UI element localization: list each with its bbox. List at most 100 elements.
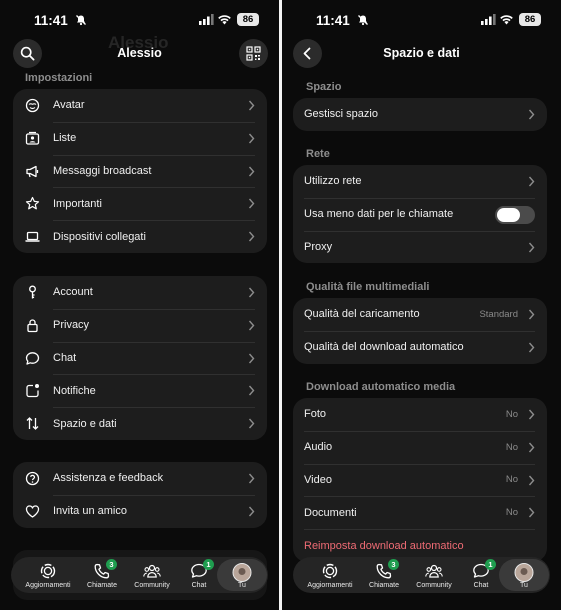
row-linked-devices[interactable]: Dispositivi collegati (13, 220, 267, 253)
chevron-right-icon (248, 418, 255, 429)
row-label: Proxy (304, 240, 333, 253)
low-data-calls-toggle[interactable] (495, 205, 535, 224)
tab-you[interactable]: Tu (499, 559, 549, 591)
battery-indicator: 86 (237, 13, 259, 26)
qr-code-button[interactable] (239, 39, 268, 68)
row-starred[interactable]: Importanti (13, 187, 267, 220)
megaphone-icon (25, 164, 40, 179)
chevron-right-icon (528, 309, 535, 320)
row-network-usage[interactable]: Utilizzo rete (293, 165, 547, 198)
row-label: Messaggi broadcast (53, 164, 152, 177)
cellular-signal-icon (481, 14, 496, 25)
row-label: Dispositivi collegati (53, 230, 146, 243)
lock-icon (25, 318, 40, 333)
tab-label: Tu (520, 582, 528, 589)
updates-icon (39, 563, 57, 579)
row-value: Standard (479, 308, 518, 320)
calls-badge: 3 (106, 559, 117, 570)
chevron-right-icon (248, 166, 255, 177)
row-photos[interactable]: Foto No (293, 398, 547, 431)
chats-badge: 1 (485, 559, 496, 570)
network-group: Utilizzo rete Usa meno dati per le chiam… (293, 165, 547, 264)
chevron-right-icon (248, 198, 255, 209)
tab-updates[interactable]: Aggiornamenti (305, 557, 355, 593)
tab-calls[interactable]: 3 Chiamate (77, 557, 127, 593)
settings-group-1: Avatar Liste Messaggi broadcast Importan… (13, 89, 267, 253)
row-proxy[interactable]: Proxy (293, 230, 547, 264)
row-storage-data[interactable]: Spazio e dati (13, 407, 267, 440)
row-documents[interactable]: Documenti No (293, 496, 547, 529)
status-bar: 11:41 86 (282, 0, 561, 40)
chevron-right-icon (528, 109, 535, 120)
chevron-right-icon (248, 353, 255, 364)
row-audio[interactable]: Audio No (293, 430, 547, 464)
lists-icon (25, 131, 40, 146)
row-label: Qualità del caricamento (304, 308, 420, 321)
community-icon (143, 563, 161, 579)
page-title: Alessio (117, 46, 162, 60)
row-broadcast[interactable]: Messaggi broadcast (13, 154, 267, 188)
chevron-right-icon (248, 231, 255, 242)
chevron-right-icon (248, 100, 255, 111)
row-label: Qualità del download automatico (304, 341, 464, 354)
section-title-auto-download: Download automatico media (306, 381, 456, 393)
row-value: No (505, 474, 518, 486)
section-title-settings: Impostazioni (25, 72, 93, 84)
row-label: Chat (53, 351, 77, 364)
row-label: Importanti (53, 197, 102, 210)
chevron-right-icon (528, 507, 535, 518)
space-group: Gestisci spazio (293, 98, 547, 131)
qr-code-icon (246, 46, 261, 61)
wifi-icon (500, 15, 513, 25)
notification-icon (25, 383, 40, 398)
row-upload-quality[interactable]: Qualità del caricamento Standard (293, 298, 547, 331)
row-manage-storage[interactable]: Gestisci spazio (293, 98, 547, 131)
tab-you[interactable]: Tu (217, 559, 267, 591)
reset-auto-download-label: Reimposta download automatico (304, 539, 464, 552)
row-label: Foto (304, 408, 327, 421)
row-account[interactable]: Account (13, 276, 267, 309)
chevron-right-icon (528, 475, 535, 486)
settings-group-2: Account Privacy Chat Notifiche Spazio e … (13, 276, 267, 440)
row-notifications[interactable]: Notifiche (13, 374, 267, 407)
chevron-right-icon (528, 409, 535, 420)
tab-label: Aggiornamenti (307, 582, 353, 589)
row-value: No (505, 441, 518, 453)
settings-screen: 11:41 86 Alessio Alessio Impostazioni Av… (0, 0, 279, 610)
row-lists[interactable]: Liste (13, 121, 267, 155)
row-label: Documenti (304, 506, 357, 519)
row-label: Invita un amico (53, 505, 127, 518)
bottom-tab-bar: Aggiornamenti 3 Chiamate Community 1 Cha… (293, 557, 550, 593)
bell-muted-icon (76, 15, 86, 26)
section-title-network: Rete (306, 148, 330, 160)
row-auto-download-quality[interactable]: Qualità del download automatico (293, 330, 547, 364)
row-label: Gestisci spazio (304, 108, 378, 121)
row-label: Audio (304, 441, 333, 454)
row-label: Avatar (53, 99, 85, 112)
row-privacy[interactable]: Privacy (13, 308, 267, 342)
tab-calls[interactable]: 3 Chiamate (359, 557, 409, 593)
row-label: Usa meno dati per le chiamate (304, 208, 454, 221)
row-avatar[interactable]: Avatar (13, 89, 267, 122)
data-transfer-icon (25, 416, 40, 431)
row-label: Account (53, 286, 93, 299)
tab-updates[interactable]: Aggiornamenti (23, 557, 73, 593)
chevron-right-icon (248, 287, 255, 298)
row-help[interactable]: Assistenza e feedback (13, 462, 267, 495)
battery-indicator: 86 (519, 13, 541, 26)
chevron-right-icon (248, 320, 255, 331)
row-invite-friend[interactable]: Invita un amico (13, 494, 267, 528)
status-time: 11:41 (316, 13, 350, 28)
calls-badge: 3 (388, 559, 399, 570)
row-label: Notifiche (53, 384, 96, 397)
row-chat[interactable]: Chat (13, 341, 267, 375)
row-label: Liste (53, 132, 77, 145)
section-title-space: Spazio (306, 81, 342, 93)
row-label: Assistenza e feedback (53, 472, 164, 485)
row-video[interactable]: Video No (293, 463, 547, 497)
auto-download-group: Foto No Audio No Video No Documenti No R… (293, 398, 547, 562)
key-icon (25, 285, 40, 300)
chats-badge: 1 (203, 559, 214, 570)
row-value: No (505, 507, 518, 519)
row-label: Privacy (53, 319, 90, 332)
